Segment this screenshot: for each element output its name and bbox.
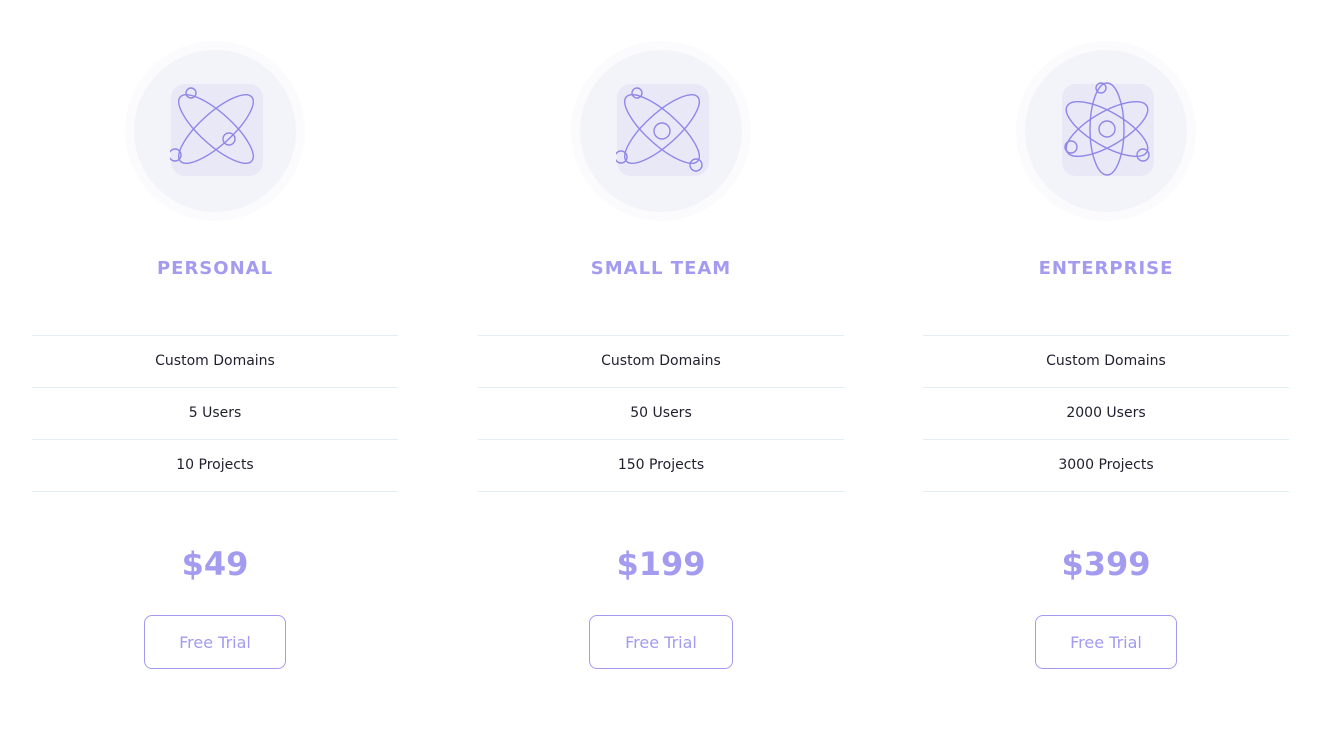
feature-item: Custom Domains [478,336,844,388]
feature-item: 150 Projects [478,440,844,492]
free-trial-button[interactable]: Free Trial [589,615,733,669]
feature-list: Custom Domains 2000 Users 3000 Projects [923,335,1289,492]
atom-icon [1064,82,1150,176]
feature-item: 50 Users [478,388,844,440]
feature-item: 10 Projects [32,440,398,492]
feature-list: Custom Domains 50 Users 150 Projects [478,335,844,492]
plan-card-personal: PERSONAL Custom Domains 5 Users 10 Proje… [32,0,398,738]
atom-icon [170,87,254,164]
pricing-plans: PERSONAL Custom Domains 5 Users 10 Proje… [0,0,1327,738]
atom-icon [616,87,703,172]
plan-price: $49 [181,545,249,583]
plan-card-small-team: SMALL TEAM Custom Domains 50 Users 150 P… [478,0,844,738]
plan-name: ENTERPRISE [1038,258,1174,279]
feature-item: 3000 Projects [923,440,1289,492]
feature-item: Custom Domains [923,336,1289,388]
feature-item: 2000 Users [923,388,1289,440]
plan-name: SMALL TEAM [590,258,732,279]
plan-name: PERSONAL [156,258,274,279]
plan-price: $399 [1061,545,1151,583]
free-trial-button[interactable]: Free Trial [144,615,286,669]
plan-icon-circle [125,41,305,221]
feature-list: Custom Domains 5 Users 10 Projects [32,335,398,492]
feature-item: Custom Domains [32,336,398,388]
plan-icon-circle [571,41,751,221]
plan-card-enterprise: ENTERPRISE Custom Domains 2000 Users 300… [923,0,1289,738]
feature-item: 5 Users [32,388,398,440]
free-trial-button[interactable]: Free Trial [1035,615,1177,669]
plan-icon-circle [1016,41,1196,221]
plan-price: $199 [616,545,706,583]
